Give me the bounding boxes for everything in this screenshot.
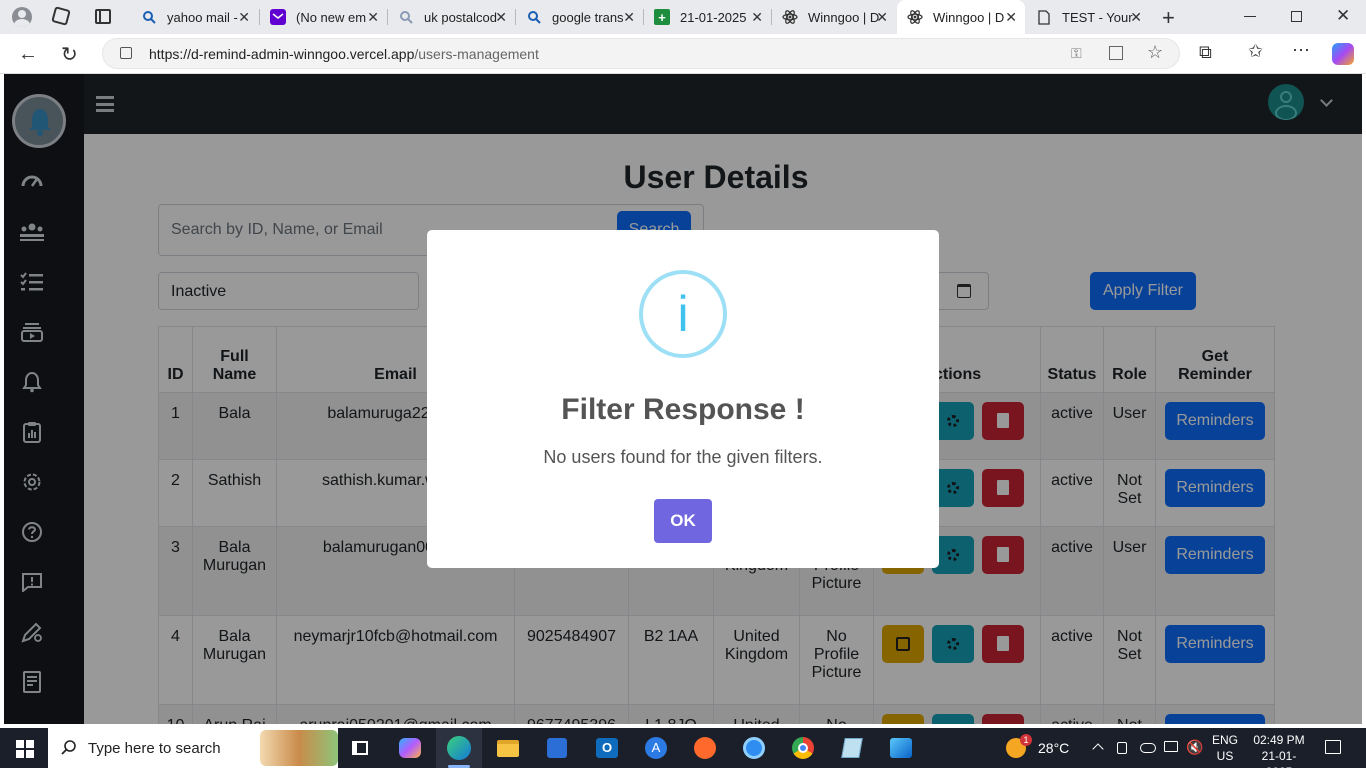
vpn-app-icon[interactable]: A — [642, 734, 670, 762]
key-icon[interactable]: ⚿ — [1071, 45, 1082, 62]
search-highlight-illustration — [260, 730, 338, 766]
sheets-icon: + — [654, 9, 670, 25]
dialog-message: No users found for the given filters. — [543, 447, 823, 467]
store-icon[interactable] — [543, 734, 571, 762]
file-explorer-icon[interactable] — [494, 734, 522, 762]
language-code: ENG — [1212, 733, 1239, 747]
search-icon — [61, 740, 76, 755]
photos-icon[interactable] — [887, 734, 915, 762]
copilot-icon[interactable] — [396, 734, 424, 762]
info-icon: i — [639, 270, 727, 358]
favorite-star-icon[interactable]: ☆ — [1147, 42, 1163, 63]
browser-tab[interactable]: Winngoo | D ✕ — [772, 0, 896, 34]
taskbar-search-box[interactable]: Type here to search — [48, 728, 338, 768]
onedrive-icon[interactable] — [1140, 743, 1156, 753]
url-domain: https://d-remind-admin-winngoo.vercel.ap… — [149, 46, 415, 62]
extensions-icon[interactable]: ⧉ — [1199, 42, 1212, 63]
close-window-button[interactable]: ✕ — [1336, 6, 1350, 26]
url-path: /users-management — [414, 46, 539, 62]
close-icon[interactable]: ✕ — [876, 9, 888, 26]
blue-app-icon[interactable] — [740, 734, 768, 762]
feather-app-icon[interactable] — [691, 734, 719, 762]
notepad-icon[interactable] — [838, 734, 866, 762]
close-icon[interactable]: ✕ — [751, 9, 763, 26]
back-icon[interactable]: ← — [18, 43, 38, 66]
copilot-icon[interactable] — [1332, 43, 1354, 65]
close-icon[interactable]: ✕ — [495, 9, 507, 26]
document-icon — [1036, 9, 1052, 25]
windows-taskbar: Type here to search O A 1 28°C 🔇 ENG US 0… — [0, 728, 1366, 779]
browser-tab-strip: yahoo mail - ✕ (No new em ✕ uk postalcod… — [0, 0, 1366, 34]
new-tab-button[interactable]: + — [1162, 5, 1175, 31]
language-indicator[interactable]: ENG US — [1212, 732, 1238, 764]
close-icon[interactable]: ✕ — [1130, 9, 1142, 26]
workspaces-icon[interactable] — [51, 6, 71, 26]
temperature[interactable]: 28°C — [1038, 740, 1069, 756]
react-icon — [782, 9, 798, 25]
search-icon — [398, 9, 414, 25]
ok-button[interactable]: OK — [654, 499, 712, 543]
browser-tab[interactable]: yahoo mail - ✕ — [131, 0, 258, 34]
notifications-icon[interactable] — [1325, 740, 1341, 754]
browser-tab[interactable]: TEST - Your ✕ — [1026, 0, 1150, 34]
more-menu-icon[interactable]: ⋯ — [1292, 40, 1311, 61]
profile-icon[interactable] — [12, 7, 32, 27]
region-code: US — [1216, 749, 1234, 763]
browser-toolbar: ← ↻ https://d-remind-admin-winngoo.verce… — [0, 34, 1366, 74]
minimize-button[interactable] — [1244, 16, 1256, 17]
react-icon — [907, 9, 923, 25]
edge-icon[interactable] — [445, 734, 473, 762]
lock-icon[interactable] — [120, 47, 132, 59]
chevron-up-icon[interactable] — [1092, 743, 1104, 755]
browser-tab-active[interactable]: Winngoo | D ✕ — [897, 0, 1025, 34]
windows-start-icon[interactable] — [16, 740, 34, 758]
close-icon[interactable]: ✕ — [1005, 9, 1017, 26]
search-icon — [141, 9, 157, 25]
restore-button[interactable] — [1291, 11, 1302, 22]
browser-tab[interactable]: uk postalcod ✕ — [388, 0, 515, 34]
browser-tab[interactable]: google trans ✕ — [516, 0, 643, 34]
time: 02:49 PM — [1253, 733, 1305, 747]
dialog-title: Filter Response ! — [561, 393, 805, 426]
favorites-icon[interactable]: ✩ — [1248, 41, 1263, 62]
outlook-icon[interactable]: O — [593, 734, 621, 762]
apps-icon[interactable] — [1109, 46, 1123, 60]
close-icon[interactable]: ✕ — [238, 9, 250, 26]
chrome-icon[interactable] — [789, 734, 817, 762]
date: 21-01-2025 — [1261, 749, 1297, 779]
meet-now-icon[interactable] — [1117, 742, 1127, 754]
browser-tab[interactable]: (No new em ✕ — [260, 0, 387, 34]
refresh-icon[interactable]: ↻ — [61, 42, 78, 67]
yahoo-mail-icon — [270, 9, 286, 25]
weather-badge: 1 — [1020, 734, 1032, 746]
taskbar-search-placeholder: Type here to search — [88, 740, 221, 757]
filter-response-dialog: i Filter Response ! No users found for t… — [427, 230, 939, 568]
task-view-icon[interactable] — [346, 734, 374, 762]
browser-tab[interactable]: + 21-01-2025 ✕ — [644, 0, 771, 34]
close-icon[interactable]: ✕ — [623, 9, 635, 26]
address-bar[interactable]: https://d-remind-admin-winngoo.vercel.ap… — [102, 38, 1180, 69]
close-icon[interactable]: ✕ — [367, 9, 379, 26]
tab-actions-icon[interactable] — [95, 9, 111, 24]
search-icon — [526, 9, 542, 25]
network-icon[interactable] — [1164, 741, 1178, 752]
clock[interactable]: 02:49 PM 21-01-2025 — [1252, 732, 1306, 780]
volume-icon[interactable]: 🔇 — [1186, 739, 1203, 756]
